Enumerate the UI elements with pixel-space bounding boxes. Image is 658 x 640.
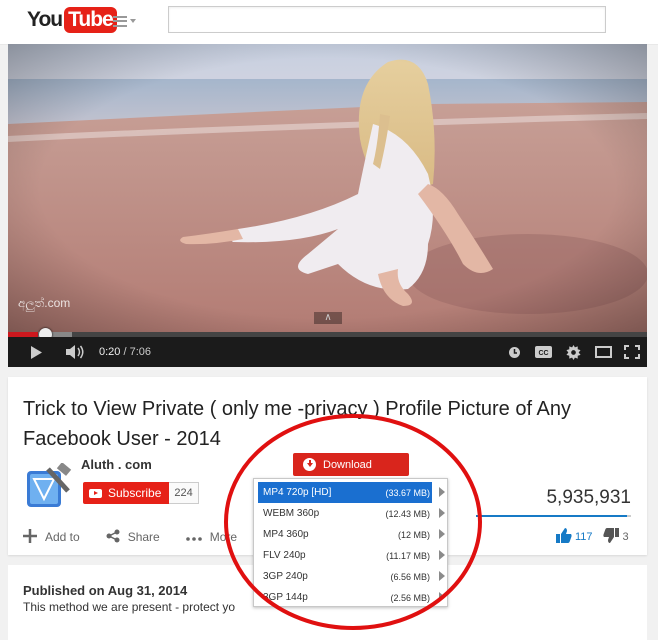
add-to-label: Add to <box>45 530 80 544</box>
channel-avatar[interactable] <box>24 462 72 511</box>
subscribe-label: Subscribe <box>108 486 162 500</box>
theater-mode-icon[interactable] <box>593 337 613 367</box>
fullscreen-icon[interactable] <box>622 337 642 367</box>
time-display: 0:20 / 7:06 <box>99 337 151 367</box>
video-frame[interactable]: අලුත්.com ∧ <box>8 44 647 332</box>
volume-icon[interactable] <box>64 337 88 367</box>
dislike-count[interactable]: 3 <box>623 531 629 543</box>
like-dislike-bar <box>476 515 631 517</box>
logo-tube-text: Tube <box>64 7 117 33</box>
share-button[interactable]: Share <box>106 529 160 546</box>
youtube-logo[interactable]: You Tube <box>27 7 117 33</box>
add-to-button[interactable]: Add to <box>23 528 80 546</box>
subscribe-button[interactable]: Subscribe 224 <box>83 482 199 504</box>
video-player[interactable]: අලුත්.com ∧ 0:20 / 7:06 CC <box>8 44 647 367</box>
collapse-chevron-icon[interactable]: ∧ <box>314 312 342 324</box>
channel-name[interactable]: Aluth . com <box>81 457 152 472</box>
watch-later-icon[interactable] <box>505 337 523 367</box>
share-label: Share <box>127 530 160 544</box>
like-count[interactable]: 117 <box>575 531 593 543</box>
svg-text:CC: CC <box>538 350 548 357</box>
channel-watermark: අලුත්.com <box>18 296 71 310</box>
view-count: 5,935,931 <box>546 487 631 508</box>
more-dots-icon <box>185 530 202 544</box>
current-time: 0:20 <box>99 346 121 358</box>
rating-buttons: 117 3 <box>556 528 629 546</box>
youtube-play-icon <box>89 488 102 498</box>
menu-icon <box>113 15 127 27</box>
duration: 7:06 <box>129 346 152 358</box>
masthead: You Tube <box>0 0 658 45</box>
plus-icon <box>23 528 37 546</box>
thumbs-up-icon[interactable] <box>556 528 572 546</box>
captions-icon[interactable]: CC <box>532 337 554 367</box>
share-icon <box>106 529 120 546</box>
logo-you-text: You <box>27 8 63 31</box>
subscriber-count: 224 <box>169 482 199 504</box>
published-date: Published on Aug 31, 2014 <box>23 583 188 598</box>
caret-down-icon <box>130 19 136 23</box>
play-icon[interactable] <box>26 337 46 367</box>
like-ratio-fill <box>476 515 627 517</box>
player-controls: 0:20 / 7:06 CC <box>8 337 647 367</box>
time-separator: / <box>120 346 130 358</box>
video-thumbnail-scene <box>8 44 647 332</box>
search-input[interactable] <box>168 6 606 33</box>
thumbs-down-icon[interactable] <box>602 528 619 546</box>
settings-icon[interactable] <box>562 337 584 367</box>
red-annotation-circle <box>224 414 482 630</box>
description-text: This method we are present - protect yo <box>23 600 236 614</box>
subscribe-label-wrap[interactable]: Subscribe <box>83 482 170 504</box>
guide-menu-button[interactable] <box>113 12 141 30</box>
